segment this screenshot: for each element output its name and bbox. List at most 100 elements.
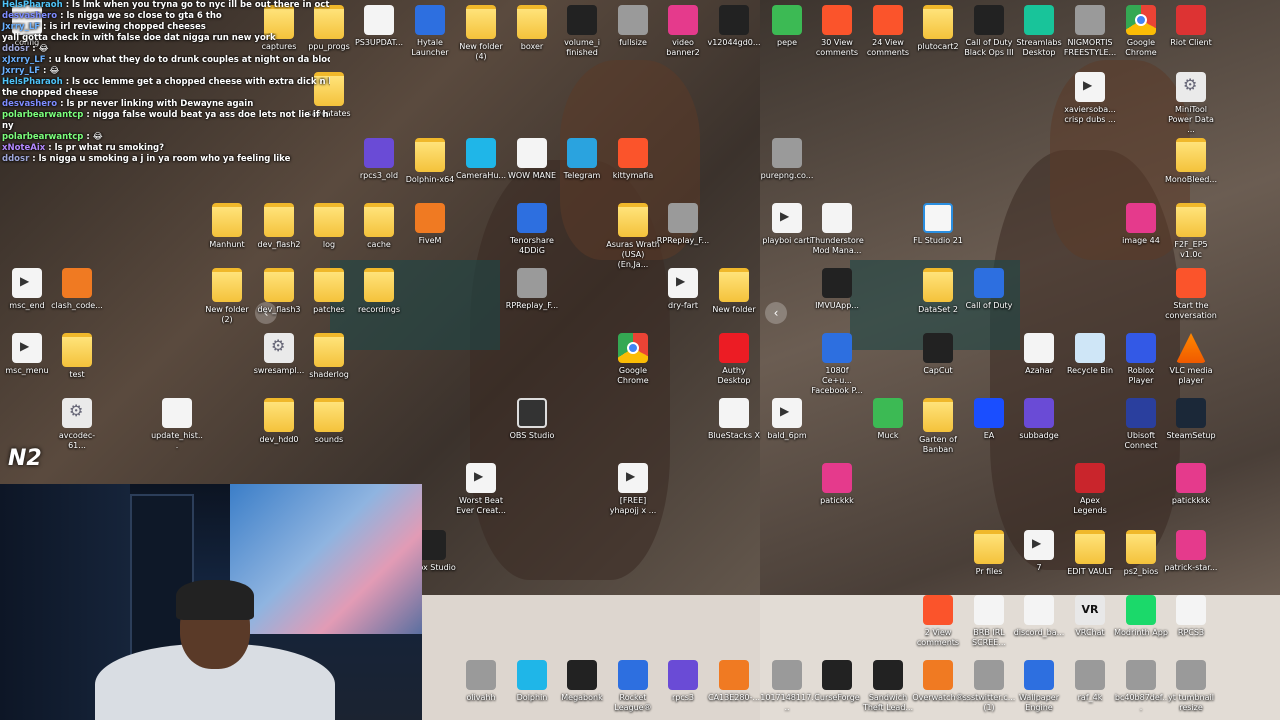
desktop-icon-obs-studio[interactable]: OBS Studio [505,398,559,441]
desktop-icon-roblox-player[interactable]: Roblox Player [1114,333,1168,386]
desktop-icon-clash-code[interactable]: clash_code... [50,268,104,311]
desktop-icon-imvuapp[interactable]: IMVUApp... [810,268,864,311]
desktop-icon-nigmortis-freestyle[interactable]: NIGMORTIS FREESTYLE... [1063,5,1117,58]
desktop-icon-steamsetup[interactable]: SteamSetup [1164,398,1218,441]
desktop-icon-dry-fart[interactable]: dry-fart [656,268,710,311]
desktop-icon-sounds[interactable]: sounds [302,398,356,445]
desktop-icon-apex-legends[interactable]: Apex Legends [1063,463,1117,516]
desktop-icon-start-the-conversation[interactable]: Start the conversation [1164,268,1218,321]
desktop-icon-ps3updat[interactable]: PS3UPDAT... [352,5,406,48]
desktop-icon-subbadge[interactable]: subbadge [1012,398,1066,441]
carousel-prev-arrow-icon[interactable]: ‹ [765,302,787,324]
desktop-icon-rpreplay-f[interactable]: RPReplay_F... [656,203,710,246]
desktop-icon-muck[interactable]: Muck [861,398,915,441]
desktop-icon-rpcs3[interactable]: RPCS3 [1164,595,1218,638]
desktop-icon-24-view-comments[interactable]: 24 View comments [861,5,915,58]
desktop-icon-ssstwitter-c-1[interactable]: ssstwitter.c... (1) [962,660,1016,713]
desktop-icon-overwatch[interactable]: Overwatch® [911,660,965,703]
desktop-icon-bald-6pm[interactable]: bald_6pm [760,398,814,441]
desktop-icon-patickkkk[interactable]: patickkkk [1164,463,1218,506]
desktop-icon-v12044gd0[interactable]: v12044gd0... [707,5,761,48]
desktop-icon-new-folder-2[interactable]: New folder (2) [200,268,254,325]
desktop-icon-ubisoft-connect[interactable]: Ubisoft Connect [1114,398,1168,451]
desktop-icon-patickkk[interactable]: patickkk [810,463,864,506]
desktop-icon-thunderstore-mod-mana[interactable]: Thunderstore Mod Mana... [810,203,864,256]
desktop-icon-wow-mane[interactable]: WOW MANE [505,138,559,181]
desktop-icon-call-of-duty-black-ops-iii[interactable]: Call of Duty Black Ops III [962,5,1016,58]
desktop-icon-fl-studio-21[interactable]: FL Studio 21 [911,203,965,246]
desktop-icon-new-folder-4[interactable]: New folder (4) [454,5,508,62]
desktop-icon-pepe[interactable]: pepe [760,5,814,48]
desktop-icon-minitool-power-data[interactable]: MiniTool Power Data ... [1164,72,1218,135]
desktop-icon-megabonk[interactable]: Megabonk [555,660,609,703]
desktop-icon-7[interactable]: 7 [1012,530,1066,573]
desktop-icon-raf-4k[interactable]: raf_4k [1063,660,1117,703]
desktop-icon-fullsize[interactable]: fullsize [606,5,660,48]
desktop-icon-patrick-star[interactable]: patrick-star... [1164,530,1218,573]
desktop-icon-ca13e280[interactable]: CA13E280-... [707,660,761,703]
desktop-icon-image-44[interactable]: image 44 [1114,203,1168,246]
desktop-icon-rpcs3[interactable]: rpcs3 [656,660,710,703]
desktop-icon-dolphin[interactable]: Dolphin [505,660,559,703]
desktop-icon-recycle-bin[interactable]: Recycle Bin [1063,333,1117,376]
desktop-icon-vlc-media-player[interactable]: VLC media player [1164,333,1218,386]
desktop-icon-xaviersoba-crisp-dubs[interactable]: xaviersoba... crisp dubs ... [1063,72,1117,125]
desktop-icon-fivem[interactable]: FiveM [403,203,457,246]
desktop-icon-streamlabs-desktop[interactable]: Streamlabs Desktop [1012,5,1066,58]
desktop-icon-ps2-bios[interactable]: ps2_bios [1114,530,1168,577]
desktop-icon-worst-beat-ever-creat[interactable]: Worst Beat Ever Creat... [454,463,508,516]
desktop-icon-asuras-wrath-usa-en-ja[interactable]: Asuras Wrath (USA) (En,Ja... [606,203,660,270]
desktop-icon-rocket-league[interactable]: Rocket League® [606,660,660,713]
desktop-icon-brb-irl-scree[interactable]: BRB IRL SCREE... [962,595,1016,648]
desktop-icon-dataset-2[interactable]: DataSet 2 [911,268,965,315]
desktop-icon-patches[interactable]: patches [302,268,356,315]
desktop-icon-modrinth-app[interactable]: Modrinth App [1114,595,1168,638]
desktop-icon-tenorshare-4ddig[interactable]: Tenorshare 4DDiG [505,203,559,256]
desktop-icon-ea[interactable]: EA [962,398,1016,441]
desktop-icon-1017148117[interactable]: 1017148117... [760,660,814,713]
desktop-icon-bluestacks-x[interactable]: BlueStacks X [707,398,761,441]
desktop-icon-sandwich-theft-lead[interactable]: Sandwich Theft Lead... [861,660,915,713]
desktop-icon-rpreplay-f[interactable]: RPReplay_F... [505,268,559,311]
desktop-icon-capcut[interactable]: CapCut [911,333,965,376]
desktop-icon-shaderlog[interactable]: shaderlog [302,333,356,380]
desktop-icon-hytale-launcher[interactable]: Hytale Launcher [403,5,457,58]
desktop-icon-bc40b87def[interactable]: bc40b87def... [1114,660,1168,713]
desktop-icon-msc-end[interactable]: msc_end [0,268,54,311]
desktop-icon-msc-menu[interactable]: msc_menu [0,333,54,376]
desktop-icon-azahar[interactable]: Azahar [1012,333,1066,376]
desktop-icon-google-chrome[interactable]: Google Chrome [606,333,660,386]
desktop-icon-rpcs3-old[interactable]: rpcs3_old [352,138,406,181]
desktop-icon-curseforge[interactable]: CurseForge [810,660,864,703]
desktop-icon-boxer[interactable]: boxer [505,5,559,52]
desktop-icon-30-view-comments[interactable]: 30 View comments [810,5,864,58]
desktop-icon-swresampl[interactable]: swresampl... [252,333,306,376]
desktop-icon-vrchat[interactable]: VR VRChat [1063,595,1117,638]
desktop-icon-dev-hdd0[interactable]: dev_hdd0 [252,398,306,445]
desktop-icon-camerahu[interactable]: CameraHu... [454,138,508,181]
desktop-icon-plutocart2[interactable]: plutocart2 [911,5,965,52]
desktop-icon-riot-client[interactable]: Riot Client [1164,5,1218,48]
desktop-icon-authy-desktop[interactable]: Authy Desktop [707,333,761,386]
desktop-icon-purepng-co[interactable]: purepng.co... [760,138,814,181]
desktop-icon-avcodec-61[interactable]: avcodec-61... [50,398,104,451]
desktop-icon-dev-flash3[interactable]: dev_flash3 [252,268,306,315]
desktop-icon-call-of-duty[interactable]: Call of Duty [962,268,1016,311]
desktop-icon-cache[interactable]: cache [352,203,406,250]
desktop-icon-wallpaper-engine[interactable]: Wallpaper Engine [1012,660,1066,713]
desktop-icon-playboi-carti[interactable]: playboi carti [760,203,814,246]
desktop-icon-new-folder[interactable]: New folder [707,268,761,315]
desktop-icon-discord-ba[interactable]: discord_ba... [1012,595,1066,638]
desktop-icon-olivahh[interactable]: olivahh [454,660,508,703]
desktop-icon-volume-i-finished[interactable]: volume_i finished [555,5,609,58]
desktop-icon-free-yhapojj-x[interactable]: [FREE] yhapojj x ... [606,463,660,516]
desktop-icon-monobleed[interactable]: MonoBleed... [1164,138,1218,185]
desktop-icon-video-banner2[interactable]: video banner2 [656,5,710,58]
desktop-icon-recordings[interactable]: recordings [352,268,406,315]
desktop-icon-test[interactable]: test [50,333,104,380]
desktop-icon-yt-tumbnail-resize[interactable]: yt tumbnail resize [1164,660,1218,713]
desktop-icon-1080f-ce-u-facebook-p[interactable]: 1080f Ce+u... Facebook P... [810,333,864,396]
desktop-icon-telegram[interactable]: Telegram [555,138,609,181]
desktop-icon-update-hist[interactable]: update_hist... [150,398,204,451]
desktop-icon-f2f-ep5-v1-0c[interactable]: F2F_EP5 v1.0c [1164,203,1218,260]
